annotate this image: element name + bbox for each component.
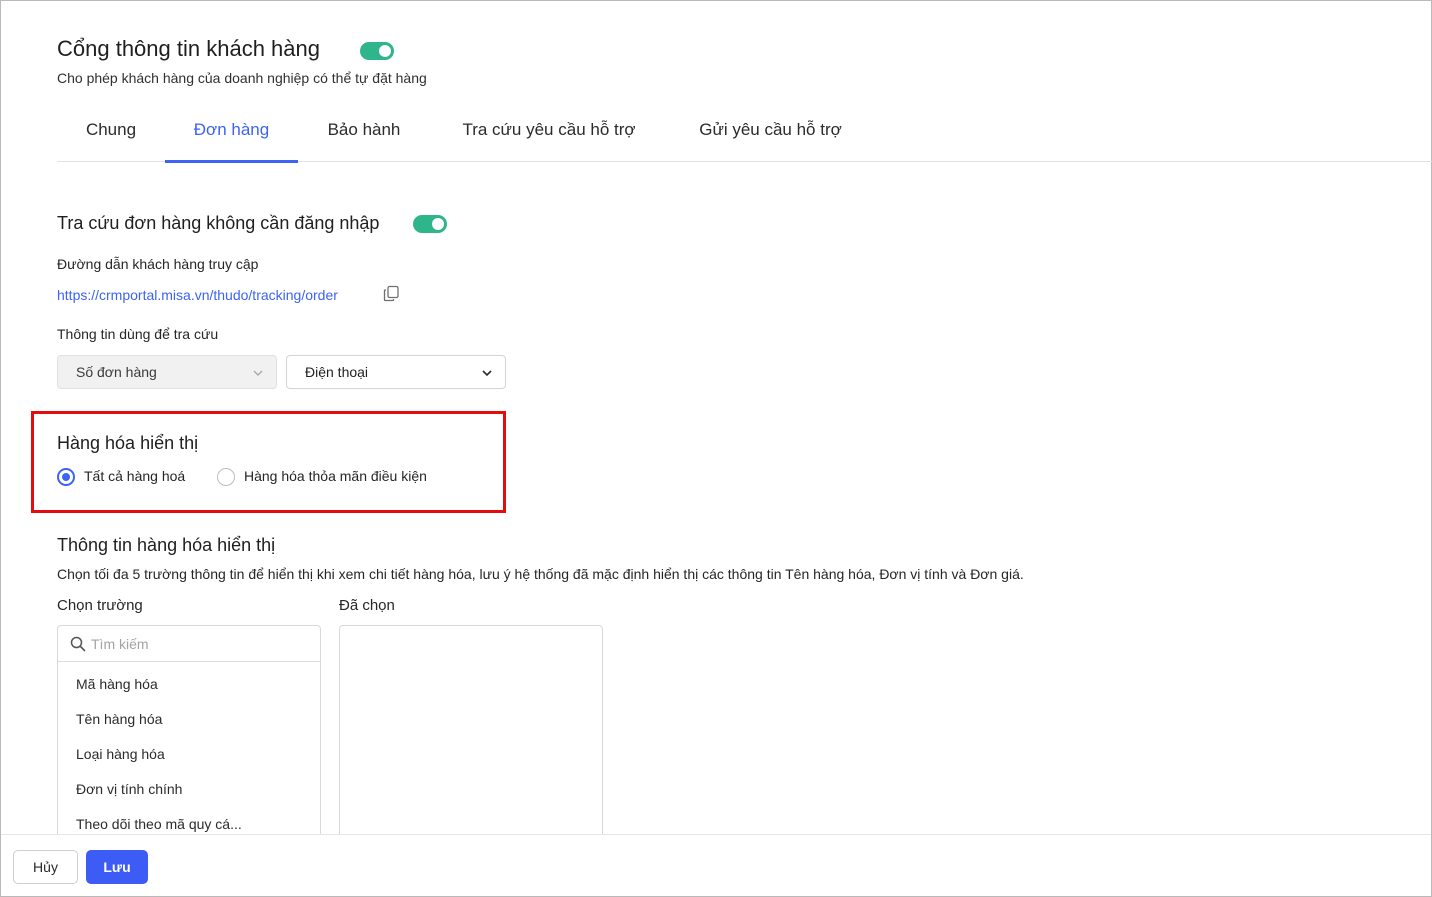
chevron-down-icon (482, 370, 492, 377)
selected-field-label: Đã chọn (339, 597, 395, 614)
chevron-down-icon (253, 370, 263, 376)
save-button[interactable]: Lưu (86, 850, 148, 884)
field-item[interactable]: Mã hàng hóa (76, 676, 158, 692)
field-item[interactable]: Loại hàng hóa (76, 746, 165, 762)
toggle-knob (432, 218, 444, 230)
portal-toggle[interactable] (360, 42, 394, 60)
url-label: Đường dẫn khách hàng truy cập (57, 256, 259, 272)
active-tab-indicator (165, 160, 298, 163)
footer-bar: Hủy Lưu (1, 834, 1431, 896)
tab-support-lookup[interactable]: Tra cứu yêu cầu hỗ trợ (455, 108, 643, 161)
goods-info-description: Chọn tối đa 5 trường thông tin để hiển t… (57, 566, 1024, 582)
goods-info-title: Thông tin hàng hóa hiển thị (57, 535, 276, 555)
tab-orders[interactable]: Đơn hàng (165, 108, 298, 161)
field-search-input[interactable] (91, 633, 311, 655)
lookup-info-label: Thông tin dùng để tra cứu (57, 326, 219, 342)
select-value: Số đơn hàng (76, 364, 157, 380)
tab-warranty[interactable]: Bảo hành (324, 108, 404, 161)
field-item[interactable]: Tên hàng hóa (76, 711, 162, 727)
tab-bar: Chung Đơn hàng Bảo hành Tra cứu yêu cầu … (57, 108, 1432, 163)
available-fields-panel: Mã hàng hóa Tên hàng hóa Loại hàng hóa Đ… (57, 625, 321, 865)
toggle-knob (379, 45, 391, 57)
tracking-url-link[interactable]: https://crmportal.misa.vn/thudo/tracking… (57, 287, 338, 303)
lookup-secondary-select[interactable]: Điện thoại (286, 355, 506, 389)
page-subtitle: Cho phép khách hàng của doanh nghiệp có … (57, 70, 427, 86)
copy-icon[interactable] (383, 285, 400, 302)
field-item[interactable]: Theo dõi theo mã quy cá... (76, 816, 242, 832)
page-title: Cổng thông tin khách hàng (57, 36, 320, 61)
display-goods-title: Hàng hóa hiển thị (57, 433, 199, 453)
lookup-section-title: Tra cứu đơn hàng không cần đăng nhập (57, 213, 380, 233)
tab-send-support[interactable]: Gửi yêu cầu hỗ trợ (693, 108, 848, 161)
select-value: Điện thoại (305, 364, 369, 380)
radio-conditional-goods[interactable] (217, 468, 235, 486)
selected-fields-panel[interactable] (339, 625, 603, 865)
field-search-row (58, 626, 320, 662)
cancel-button[interactable]: Hủy (13, 850, 78, 884)
choose-field-label: Chọn trường (57, 597, 143, 614)
field-item[interactable]: Đơn vị tính chính (76, 781, 182, 797)
radio-conditional-goods-label[interactable]: Hàng hóa thỏa mãn điều kiện (244, 468, 427, 484)
radio-all-goods[interactable] (57, 468, 75, 486)
tab-general[interactable]: Chung (83, 108, 139, 161)
radio-all-goods-label[interactable]: Tất cả hàng hoá (84, 468, 185, 484)
lookup-toggle[interactable] (413, 215, 447, 233)
search-icon (70, 636, 86, 652)
lookup-primary-select: Số đơn hàng (57, 355, 277, 389)
highlight-box (31, 411, 506, 513)
